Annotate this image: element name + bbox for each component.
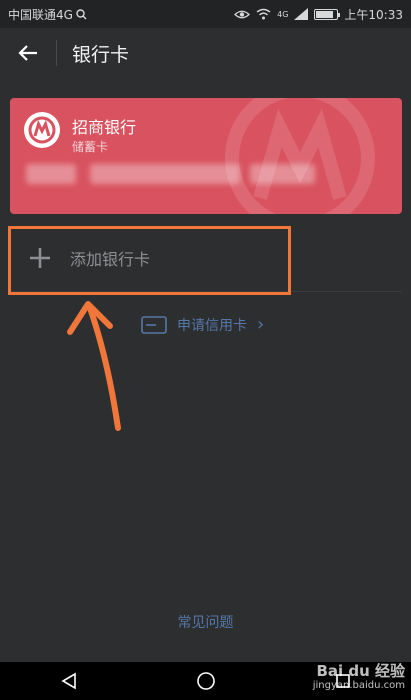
row-divider: [10, 291, 402, 292]
battery-level: [316, 10, 334, 18]
baidu-jingyan-watermark: Bai du 经验 jingyan.baidu.com: [313, 664, 405, 691]
bank-logo: [24, 112, 60, 148]
card-number-redacted: [90, 164, 240, 184]
credit-card-icon: [141, 315, 167, 334]
app-bar: 银行卡: [0, 28, 411, 78]
app-bar-divider: [56, 40, 57, 66]
status-left: 中国联通4G: [8, 6, 87, 23]
plus-icon: [30, 248, 50, 268]
watermark-url: jingyan.baidu.com: [312, 680, 405, 691]
nav-back-button[interactable]: [49, 662, 89, 700]
card-number-redacted: [250, 164, 315, 184]
add-bank-card-button[interactable]: 添加银行卡: [10, 226, 402, 292]
wifi-icon: [256, 8, 271, 20]
status-right: 4G 上午10:33: [234, 6, 403, 23]
search-icon: [76, 8, 87, 19]
eye-icon: [234, 10, 251, 18]
cmb-logo-icon: [28, 116, 56, 144]
battery-icon: [314, 8, 341, 20]
clock: 上午10:33: [344, 7, 403, 22]
page-title: 银行卡: [72, 43, 130, 66]
carrier-label: 中国联通4G: [8, 7, 73, 22]
card-number-redacted: [26, 164, 76, 184]
watermark-brand: Bai du 经验: [316, 662, 405, 680]
chevron-right-icon: ›: [257, 314, 265, 335]
arrow-left-icon: [18, 45, 37, 61]
status-bar: 中国联通4G 4G 上午10:33: [0, 0, 411, 28]
nav-home-button[interactable]: [186, 662, 226, 700]
bank-watermark-icon: [225, 98, 375, 214]
bank-name: 招商银行: [72, 118, 137, 137]
apply-credit-card-label: 申请信用卡: [177, 317, 247, 334]
faq-link[interactable]: 常见问题: [0, 612, 411, 632]
circle-home-icon: [196, 672, 215, 690]
bank-card[interactable]: 招商银行 储蓄卡: [10, 98, 402, 214]
apply-credit-card-link[interactable]: 申请信用卡 ›: [141, 314, 264, 335]
add-bank-card-label: 添加银行卡: [70, 250, 151, 269]
network-type-label: 4G: [277, 9, 289, 19]
card-type: 储蓄卡: [72, 140, 109, 154]
add-icon-wrap: [10, 247, 70, 269]
back-button[interactable]: [0, 28, 56, 78]
triangle-back-icon: [60, 672, 76, 690]
signal-icon: [294, 8, 309, 20]
